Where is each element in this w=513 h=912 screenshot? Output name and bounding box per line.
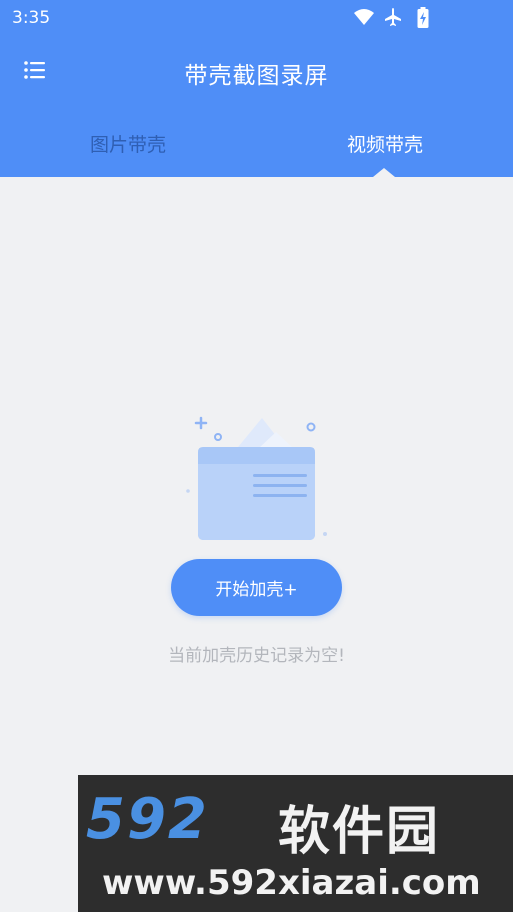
watermark-logo-text: 软件园	[278, 802, 441, 862]
status-time: 3:35	[12, 8, 51, 28]
airplane-icon	[385, 8, 401, 26]
tab-selected-indicator	[373, 168, 395, 177]
watermark: 592 软件园 www.592xiazai.com	[78, 775, 513, 912]
tab-video-frame[interactable]: 视频带壳	[257, 130, 513, 157]
empty-folder-icon	[180, 410, 340, 550]
battery-charging-icon	[417, 7, 429, 28]
wifi-icon	[354, 9, 374, 25]
watermark-logo-number: 592	[86, 787, 209, 852]
tab-image-frame[interactable]: 图片带壳	[0, 130, 256, 157]
watermark-url: www.592xiazai.com	[102, 863, 481, 903]
app-header: 3:35 带壳截图录屏 图片带壳 视频带壳	[0, 0, 513, 177]
page-title: 带壳截图录屏	[184, 63, 329, 89]
status-bar: 3:35	[0, 0, 513, 36]
empty-history-message: 当前加壳历史记录为空!	[168, 646, 345, 666]
start-add-shell-button[interactable]: 开始加壳+	[171, 559, 342, 616]
